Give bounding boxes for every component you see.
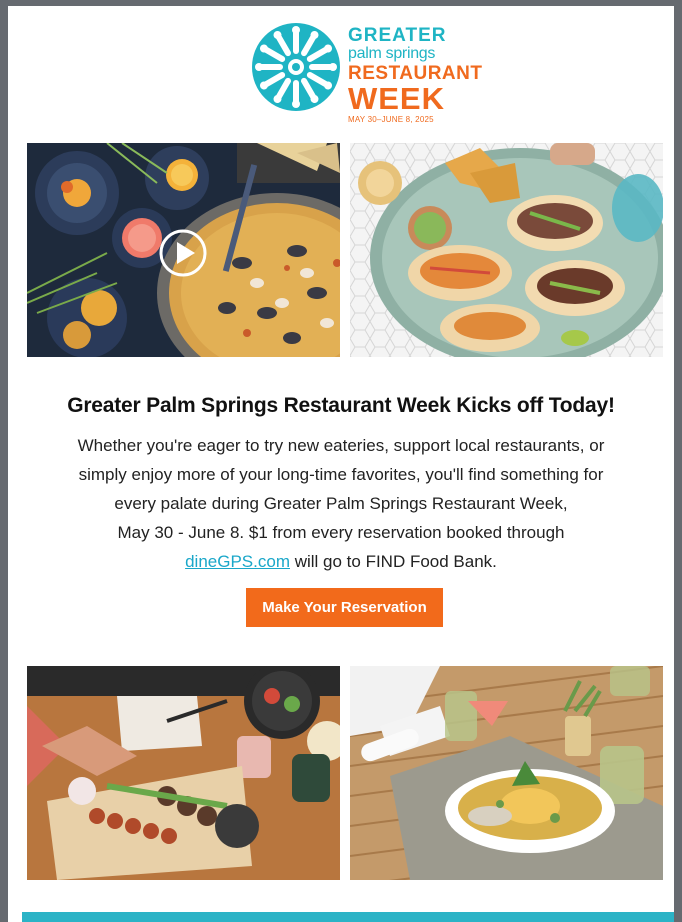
logo-palm-springs: palm springs <box>348 45 436 62</box>
plated-fish-photo <box>350 666 663 880</box>
body-line: simply enjoy more of your long-time favo… <box>78 465 604 484</box>
logo-dates: MAY 30–JUNE 8, 2025 <box>348 115 434 124</box>
body-line: every palate during Greater Palm Springs… <box>114 494 568 513</box>
logo-wordmark: GREATER palm springs RESTAURANT WEEK MAY… <box>348 26 482 124</box>
logo-greater: GREATER <box>348 25 447 46</box>
tacos-photo <box>350 143 663 357</box>
logo-week: WEEK <box>348 81 445 116</box>
body-paragraph: Whether you're eager to try new eateries… <box>28 431 654 576</box>
make-reservation-button[interactable]: Make Your Reservation <box>246 588 443 627</box>
restaurant-week-logo[interactable]: GREATER palm springs RESTAURANT WEEK MAY… <box>251 22 482 124</box>
email-container: GREATER palm springs RESTAURANT WEEK MAY… <box>8 6 674 922</box>
dinegps-link[interactable]: dineGPS.com <box>185 552 290 571</box>
headline: Greater Palm Springs Restaurant Week Kic… <box>67 394 615 417</box>
body-line-link: dineGPS.com will go to FIND Food Bank. <box>28 547 654 576</box>
body-line: Whether you're eager to try new eateries… <box>77 436 605 455</box>
footer-accent-bar <box>22 912 674 922</box>
body-line: May 30 - June 8. $1 from every reservati… <box>117 523 565 542</box>
paella-video-thumbnail[interactable] <box>27 143 340 357</box>
kebab-platter-photo <box>27 666 340 880</box>
body-line-tail: will go to FIND Food Bank. <box>289 552 497 571</box>
flower-logo-icon <box>252 23 340 111</box>
